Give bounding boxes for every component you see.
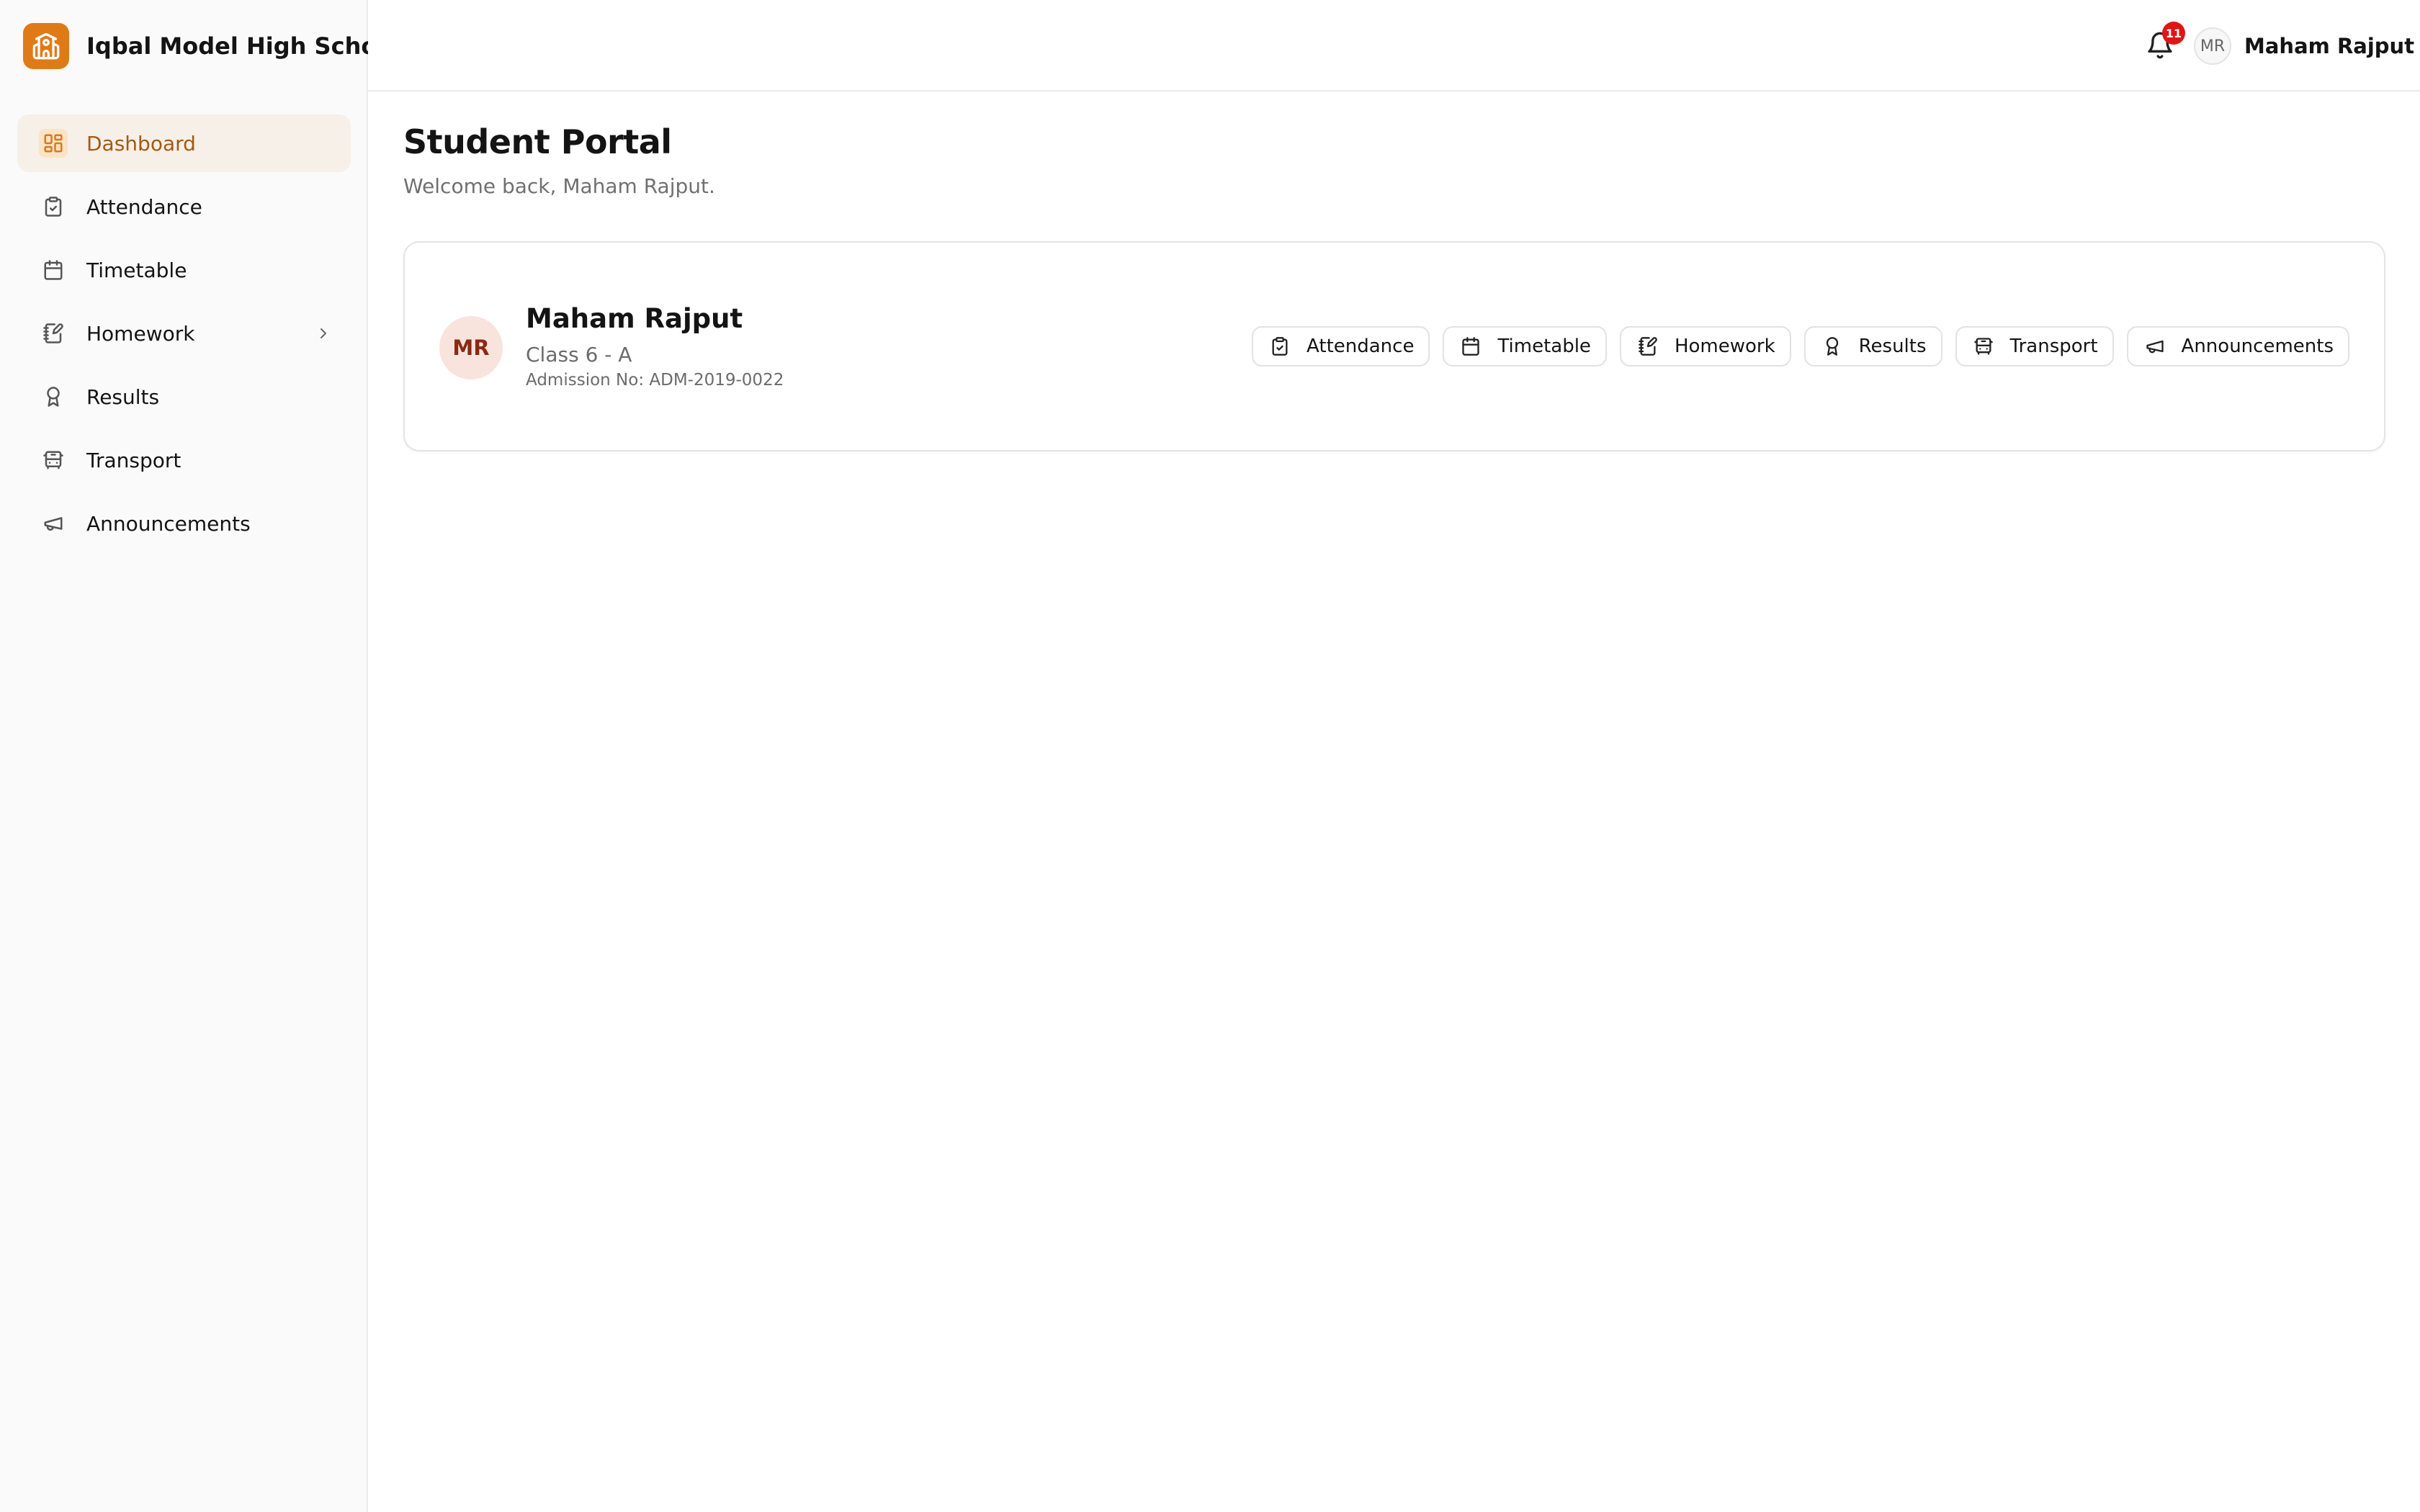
quick-link-transport[interactable]: Transport: [1955, 326, 2114, 366]
sidebar-item-label: Homework: [86, 321, 195, 346]
clipboard-check-icon: [39, 192, 68, 221]
quick-link-announcements[interactable]: Announcements: [2126, 326, 2349, 366]
quick-link-homework[interactable]: Homework: [1619, 326, 1791, 366]
quick-link-label: Attendance: [1307, 336, 1415, 357]
student-info: Maham Rajput Class 6 - A Admission No: A…: [526, 303, 784, 390]
main-content: Student Portal Welcome back, Maham Rajpu…: [403, 122, 2385, 451]
quick-link-results[interactable]: Results: [1803, 326, 1942, 366]
user-menu[interactable]: MR Maham Rajput: [2194, 26, 2414, 66]
student-avatar: MR: [439, 316, 503, 379]
sidebar-item-dashboard[interactable]: Dashboard: [17, 114, 351, 172]
megaphone-icon: [2143, 334, 2167, 359]
sidebar-item-homework[interactable]: Homework: [17, 305, 351, 362]
sidebar-item-attendance[interactable]: Attendance: [17, 178, 351, 235]
sidebar-item-announcements[interactable]: Announcements: [17, 495, 351, 552]
quick-link-label: Timetable: [1497, 336, 1591, 357]
sidebar-item-timetable[interactable]: Timetable: [17, 241, 351, 299]
avatar: MR: [2194, 27, 2231, 65]
notification-count-badge: 11: [2162, 22, 2185, 45]
dashboard-icon: [39, 129, 68, 158]
quick-link-attendance[interactable]: Attendance: [1252, 326, 1430, 366]
page-title: Student Portal: [403, 122, 672, 161]
student-card: MR Maham Rajput Class 6 - A Admission No…: [403, 241, 2385, 451]
student-class: Class 6 - A: [526, 343, 632, 366]
app-root: Iqbal Model High School Dashboard Attend…: [0, 0, 2420, 1512]
sidebar-nav: Dashboard Attendance Timetable Homework …: [17, 114, 351, 558]
award-icon: [1820, 334, 1845, 359]
quick-link-label: Announcements: [2181, 336, 2334, 357]
brand[interactable]: Iqbal Model High School: [0, 0, 400, 91]
calendar-icon: [39, 256, 68, 284]
calendar-icon: [1458, 334, 1483, 359]
quick-link-label: Transport: [2009, 336, 2098, 357]
sidebar-item-transport[interactable]: Transport: [17, 431, 351, 489]
student-name: Maham Rajput: [526, 303, 743, 334]
sidebar-item-label: Announcements: [86, 511, 251, 536]
sidebar-item-label: Transport: [86, 448, 182, 472]
clipboard-check-icon: [1268, 334, 1292, 359]
notifications-button[interactable]: 11: [2136, 22, 2185, 69]
page-subtitle: Welcome back, Maham Rajput.: [403, 174, 715, 198]
notebook-pen-icon: [39, 319, 68, 348]
sidebar-item-label: Timetable: [86, 258, 187, 282]
bus-icon: [1971, 334, 1996, 359]
sidebar-item-label: Dashboard: [86, 131, 196, 156]
quick-link-label: Homework: [1674, 336, 1775, 357]
quick-links: Attendance Timetable Homework Results Tr…: [1252, 326, 2349, 366]
user-name: Maham Rajput: [2244, 34, 2415, 58]
school-name: Iqbal Model High School: [86, 32, 401, 60]
sidebar-item-results[interactable]: Results: [17, 368, 351, 426]
admission-number: Admission No: ADM-2019-0022: [526, 371, 784, 390]
top-bar: 11 MR Maham Rajput: [368, 0, 2420, 91]
award-icon: [39, 382, 68, 411]
bus-icon: [39, 446, 68, 474]
school-icon: [23, 22, 69, 69]
sidebar-item-label: Attendance: [86, 194, 202, 219]
quick-link-timetable[interactable]: Timetable: [1443, 326, 1607, 366]
chevron-right-icon[interactable]: [309, 319, 338, 348]
notebook-pen-icon: [1636, 334, 1660, 359]
sidebar: Iqbal Model High School Dashboard Attend…: [0, 0, 400, 1512]
megaphone-icon: [39, 509, 68, 538]
quick-link-label: Results: [1858, 336, 1927, 357]
sidebar-item-label: Results: [86, 384, 160, 409]
